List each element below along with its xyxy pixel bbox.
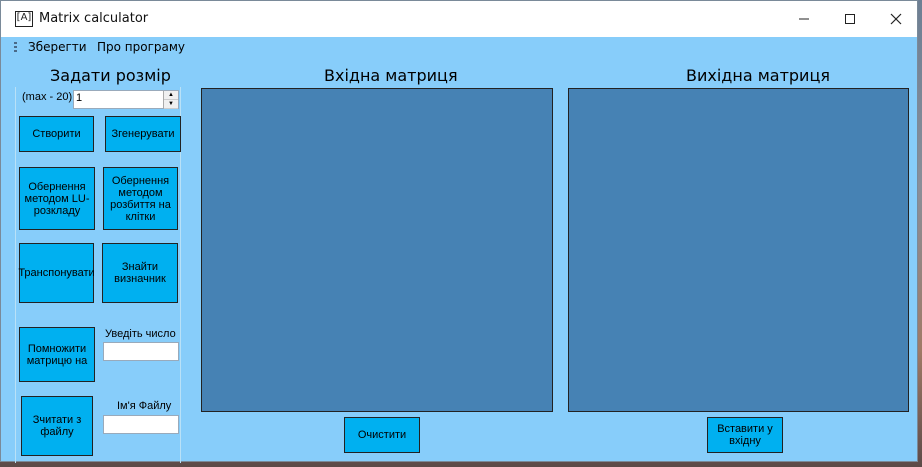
menu-grip-icon bbox=[14, 42, 17, 54]
number-label: Уведіть число bbox=[105, 328, 176, 340]
inverse-block-button[interactable]: Обернення методом розбиття на клітки bbox=[103, 167, 178, 230]
size-spinner[interactable]: 1 ▲ ▼ bbox=[73, 90, 179, 109]
output-matrix-grid[interactable] bbox=[568, 88, 909, 412]
spinner-arrows[interactable]: ▲ ▼ bbox=[163, 91, 178, 109]
generate-button[interactable]: Згенерувати bbox=[105, 116, 181, 152]
title-bar: [A] Matrix calculator bbox=[1, 1, 917, 37]
multiply-button[interactable]: Помножити матрицю на bbox=[19, 327, 95, 382]
read-file-button[interactable]: Зчитати з файлу bbox=[21, 396, 93, 456]
app-window: [A] Matrix calculator Зберегти Про прогр… bbox=[0, 0, 918, 463]
size-limit-label: (max - 20) bbox=[22, 91, 73, 103]
clear-button[interactable]: Очистити bbox=[344, 417, 420, 453]
spin-down-icon[interactable]: ▼ bbox=[164, 100, 178, 109]
maximize-button[interactable] bbox=[827, 1, 873, 37]
input-matrix-grid[interactable] bbox=[201, 88, 553, 412]
menu-bar: Зберегти Про програму bbox=[1, 37, 917, 59]
spin-up-icon[interactable]: ▲ bbox=[164, 91, 178, 100]
inverse-lu-button[interactable]: Обернення методом LU-розкладу bbox=[19, 167, 95, 230]
create-button[interactable]: Створити bbox=[19, 116, 94, 152]
maximize-icon bbox=[845, 14, 855, 24]
filename-label: Ім'я Файлу bbox=[117, 400, 172, 412]
close-icon bbox=[890, 13, 902, 25]
menu-item-save[interactable]: Зберегти bbox=[28, 40, 87, 54]
filename-input[interactable] bbox=[103, 415, 179, 434]
size-heading: Задати розмір bbox=[50, 66, 171, 85]
number-input[interactable] bbox=[103, 342, 179, 361]
close-button[interactable] bbox=[873, 1, 919, 37]
insert-into-input-button[interactable]: Вставити у вхідну bbox=[707, 417, 783, 453]
minimize-icon bbox=[799, 18, 809, 20]
size-value: 1 bbox=[76, 92, 83, 104]
input-matrix-heading: Вхідна матриця bbox=[324, 66, 458, 85]
app-icon: [A] bbox=[15, 11, 33, 27]
window-title: Matrix calculator bbox=[39, 11, 149, 26]
menu-item-about[interactable]: Про програму bbox=[97, 40, 185, 54]
output-matrix-heading: Вихідна матриця bbox=[686, 66, 830, 85]
minimize-button[interactable] bbox=[781, 1, 827, 37]
determinant-button[interactable]: Знайти визначник bbox=[102, 243, 178, 303]
transpose-button[interactable]: Транспонувати bbox=[18, 243, 95, 303]
